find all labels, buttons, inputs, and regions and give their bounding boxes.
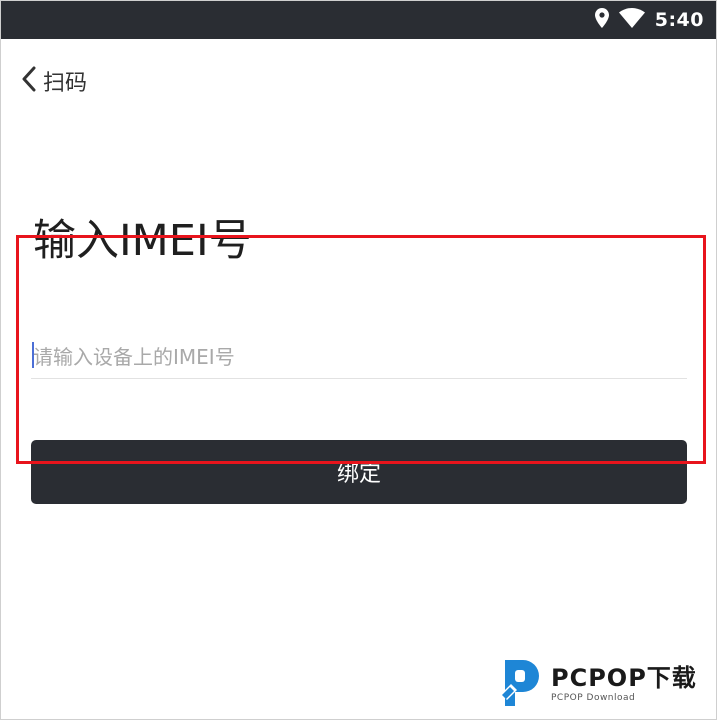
status-indicators: 5:40 xyxy=(594,1,704,39)
pcpop-logo-icon xyxy=(499,654,545,714)
page-title: 输入IMEI号 xyxy=(33,216,252,266)
imei-input[interactable] xyxy=(31,335,687,379)
watermark-text: PCPOP下载 PCPOP Download xyxy=(551,666,697,703)
status-bar: 5:40 xyxy=(1,1,716,39)
wifi-icon xyxy=(618,8,645,32)
back-chevron-icon[interactable] xyxy=(21,66,37,96)
text-caret xyxy=(32,342,34,368)
watermark: PCPOP下载 PCPOP Download xyxy=(499,655,697,713)
watermark-subtitle: PCPOP Download xyxy=(551,692,636,703)
bind-button[interactable]: 绑定 xyxy=(31,440,687,504)
phone-screen: 5:40 扫码 输入IMEI号 绑定 PCPOP下载 PCPOP Downloa… xyxy=(0,0,717,720)
nav-title: 扫码 xyxy=(43,71,88,96)
location-pin-icon xyxy=(594,8,609,32)
status-time: 5:40 xyxy=(654,9,704,31)
watermark-brand: PCPOP下载 xyxy=(551,663,697,692)
nav-back[interactable]: 扫码 xyxy=(21,63,87,99)
